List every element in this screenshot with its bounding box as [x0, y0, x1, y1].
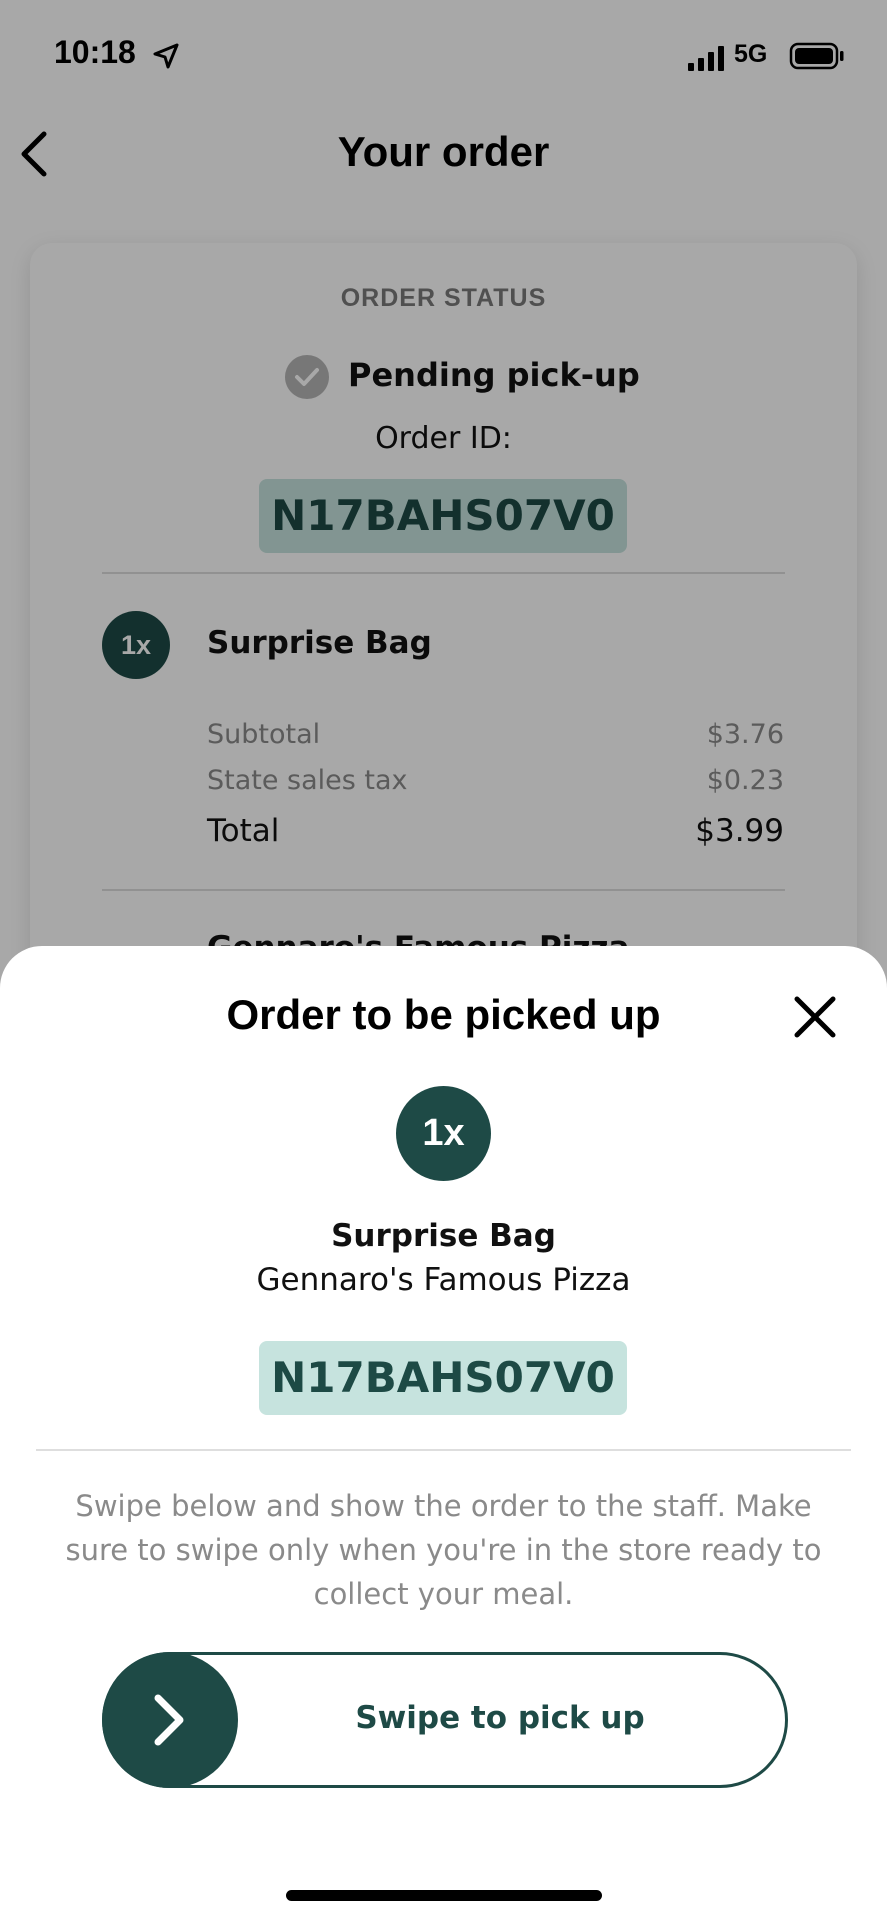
pickup-instructions: Swipe below and show the order to the st… [65, 1489, 822, 1611]
sheet-title: Order to be picked up [226, 991, 661, 1038]
home-indicator[interactable] [286, 1890, 602, 1901]
store-name: Gennaro's Famous Pizza [256, 1262, 631, 1298]
close-icon[interactable] [792, 994, 838, 1040]
chevron-right-icon [154, 1694, 184, 1746]
item-name: Surprise Bag [331, 1218, 556, 1254]
order-id-code: N17BAHS07V0 [259, 1341, 627, 1415]
quantity-badge: 1x [396, 1086, 491, 1181]
divider [36, 1449, 851, 1451]
swipe-label: Swipe to pick up [355, 1700, 645, 1736]
